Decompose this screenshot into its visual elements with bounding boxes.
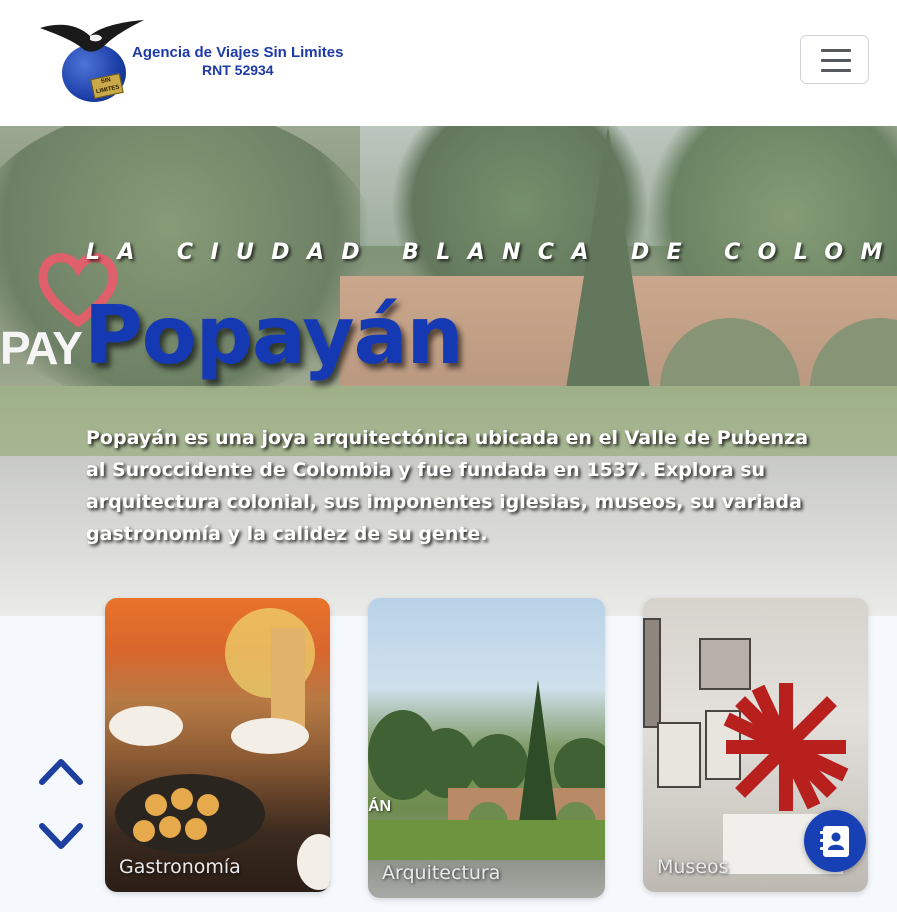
card-label: Arquitectura xyxy=(382,862,501,884)
hamburger-bar xyxy=(821,69,851,72)
bunuelo xyxy=(145,794,167,816)
card-gastronomia[interactable]: Gastronomía xyxy=(105,598,330,892)
hero-description: Popayán es una joya arquitectónica ubica… xyxy=(86,427,809,545)
bunuelo xyxy=(197,794,219,816)
hero-section: PAY LA CIUDAD BLANCA DE COLOMBIA Popayán… xyxy=(0,126,897,616)
card-label: Museos xyxy=(657,856,729,878)
wall-painting xyxy=(657,722,701,788)
plate xyxy=(231,718,309,754)
card-arquitectura[interactable]: ÁN Arquitectura xyxy=(368,598,605,898)
card-lawn xyxy=(368,820,605,860)
page: SIN LIMITES Agencia de Viajes Sin Limite… xyxy=(0,0,897,912)
hero-title: Popayán xyxy=(84,289,463,382)
chevron-down-icon[interactable] xyxy=(36,818,86,854)
card-city-sign: ÁN xyxy=(368,798,392,815)
wall-painting xyxy=(643,618,661,728)
contact-button[interactable] xyxy=(804,810,866,872)
chevron-up-icon[interactable] xyxy=(36,752,86,788)
logo-rnt: RNT 52934 xyxy=(202,62,274,78)
hamburger-menu-icon xyxy=(821,49,851,52)
card-label: Gastronomía xyxy=(119,856,241,878)
plate xyxy=(115,774,265,854)
bunuelo xyxy=(133,820,155,842)
bunuelo xyxy=(159,816,181,838)
red-sculpture xyxy=(723,683,849,811)
logo-name: Agencia de Viajes Sin Limites xyxy=(132,44,344,61)
hero-kicker: LA CIUDAD BLANCA DE COLOMBIA xyxy=(86,240,897,265)
plate xyxy=(109,706,183,746)
agency-logo[interactable]: SIN LIMITES Agencia de Viajes Sin Limite… xyxy=(38,18,348,102)
bunuelo xyxy=(171,788,193,810)
plate xyxy=(297,834,330,890)
contact-book-icon xyxy=(820,826,849,857)
bunuelo xyxy=(185,818,207,840)
card-pine xyxy=(518,680,558,830)
hamburger-bar xyxy=(821,59,851,62)
menu-toggle-button[interactable] xyxy=(800,35,869,84)
site-header: SIN LIMITES Agencia de Viajes Sin Limite… xyxy=(0,0,897,126)
